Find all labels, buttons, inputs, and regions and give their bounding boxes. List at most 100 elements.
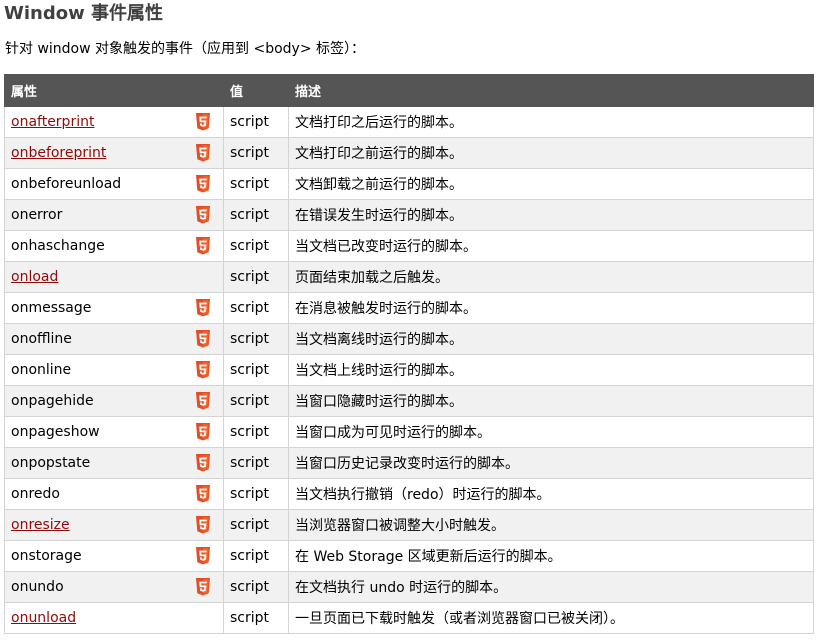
attribute-cell: onbeforeunload — [4, 168, 224, 200]
attribute-name: onoffline — [11, 331, 72, 347]
attribute-name: onstorage — [11, 548, 82, 564]
description-cell: 在 Web Storage 区域更新后运行的脚本。 — [288, 540, 814, 572]
table-row: onundo script 在文档执行 undo 时运行的脚本。 — [4, 571, 814, 603]
value-cell: script — [223, 571, 289, 603]
table-row: onpopstate script 当窗口历史记录改变时运行的脚本。 — [4, 447, 814, 479]
attribute-link[interactable]: onbeforeprint — [11, 145, 106, 161]
html5-badge-icon — [196, 392, 210, 410]
description-cell: 当文档执行撤销（redo）时运行的脚本。 — [288, 478, 814, 510]
attribute-cell: onstorage — [4, 540, 224, 572]
description-cell: 当窗口隐藏时运行的脚本。 — [288, 385, 814, 417]
html5-badge-icon — [196, 330, 210, 348]
attribute-cell: onload — [4, 261, 224, 293]
table-header-row: 属性 值 描述 — [4, 74, 814, 107]
description-cell: 当窗口历史记录改变时运行的脚本。 — [288, 447, 814, 479]
table-row: onload script 页面结束加载之后触发。 — [4, 261, 814, 293]
attribute-name: onpagehide — [11, 393, 94, 409]
description-cell: 当文档已改变时运行的脚本。 — [288, 230, 814, 262]
attribute-cell: onundo — [4, 571, 224, 603]
attribute-name: onmessage — [11, 300, 92, 316]
description-cell: 一旦页面已下载时触发（或者浏览器窗口已被关闭）。 — [288, 602, 814, 634]
value-cell: script — [223, 168, 289, 200]
attribute-name: onhaschange — [11, 238, 105, 254]
header-description: 描述 — [288, 74, 814, 107]
table-row: onunload script 一旦页面已下载时触发（或者浏览器窗口已被关闭）。 — [4, 602, 814, 634]
html5-badge-icon — [196, 299, 210, 317]
table-row: onpageshow script 当窗口成为可见时运行的脚本。 — [4, 416, 814, 448]
table-row: onoffline script 当文档离线时运行的脚本。 — [4, 323, 814, 355]
html5-badge-icon — [196, 578, 210, 596]
description-cell: 当文档上线时运行的脚本。 — [288, 354, 814, 386]
value-cell: script — [223, 509, 289, 541]
table-row: onmessage script 在消息被触发时运行的脚本。 — [4, 292, 814, 324]
attribute-link[interactable]: onunload — [11, 610, 76, 626]
intro-text: 针对 window 对象触发的事件（应用到 <body> 标签）： — [5, 41, 365, 57]
description-cell: 在消息被触发时运行的脚本。 — [288, 292, 814, 324]
attribute-cell: onunload — [4, 602, 224, 634]
page-content: Window 事件属性 针对 window 对象触发的事件（应用到 <body>… — [0, 0, 820, 634]
value-cell: script — [223, 199, 289, 231]
attribute-link[interactable]: onresize — [11, 517, 70, 533]
description-cell: 在错误发生时运行的脚本。 — [288, 199, 814, 231]
attribute-cell: onoffline — [4, 323, 224, 355]
attribute-cell: onafterprint — [4, 106, 224, 138]
header-value: 值 — [223, 74, 289, 107]
attribute-name: ononline — [11, 362, 72, 378]
description-cell: 当浏览器窗口被调整大小时触发。 — [288, 509, 814, 541]
attribute-cell: onresize — [4, 509, 224, 541]
window-events-table: 属性 值 描述 onafterprint script 文档打印之后运行的脚本。… — [4, 74, 814, 634]
html5-badge-icon — [196, 516, 210, 534]
attribute-cell: ononline — [4, 354, 224, 386]
description-cell: 当文档离线时运行的脚本。 — [288, 323, 814, 355]
attribute-name: onpageshow — [11, 424, 100, 440]
attribute-name: onerror — [11, 207, 63, 223]
attribute-link[interactable]: onafterprint — [11, 114, 94, 130]
attribute-cell: onpopstate — [4, 447, 224, 479]
html5-badge-icon — [196, 206, 210, 224]
attribute-cell: onpagehide — [4, 385, 224, 417]
attribute-cell: onhaschange — [4, 230, 224, 262]
table-row: onbeforeunload script 文档卸载之前运行的脚本。 — [4, 168, 814, 200]
value-cell: script — [223, 323, 289, 355]
attribute-cell: onmessage — [4, 292, 224, 324]
attribute-name: onbeforeunload — [11, 176, 122, 192]
description-cell: 当窗口成为可见时运行的脚本。 — [288, 416, 814, 448]
table-row: ononline script 当文档上线时运行的脚本。 — [4, 354, 814, 386]
value-cell: script — [223, 106, 289, 138]
value-cell: script — [223, 292, 289, 324]
attribute-link[interactable]: onload — [11, 269, 58, 285]
table-row: onafterprint script 文档打印之后运行的脚本。 — [4, 106, 814, 138]
table-row: onpagehide script 当窗口隐藏时运行的脚本。 — [4, 385, 814, 417]
page-title: Window 事件属性 — [4, 3, 163, 24]
header-attribute: 属性 — [4, 74, 224, 107]
attribute-cell: onredo — [4, 478, 224, 510]
value-cell: script — [223, 416, 289, 448]
value-cell: script — [223, 230, 289, 262]
table-row: onerror script 在错误发生时运行的脚本。 — [4, 199, 814, 231]
html5-badge-icon — [196, 144, 210, 162]
attribute-name: onpopstate — [11, 455, 91, 471]
value-cell: script — [223, 478, 289, 510]
attribute-cell: onpageshow — [4, 416, 224, 448]
html5-badge-icon — [196, 113, 210, 131]
attribute-name: onundo — [11, 579, 64, 595]
html5-badge-icon — [196, 454, 210, 472]
table-row: onbeforeprint script 文档打印之前运行的脚本。 — [4, 137, 814, 169]
html5-badge-icon — [196, 175, 210, 193]
value-cell: script — [223, 540, 289, 572]
description-cell: 文档卸载之前运行的脚本。 — [288, 168, 814, 200]
html5-badge-icon — [196, 485, 210, 503]
html5-badge-icon — [196, 423, 210, 441]
table-row: onresize script 当浏览器窗口被调整大小时触发。 — [4, 509, 814, 541]
description-cell: 文档打印之前运行的脚本。 — [288, 137, 814, 169]
value-cell: script — [223, 354, 289, 386]
description-cell: 文档打印之后运行的脚本。 — [288, 106, 814, 138]
description-cell: 页面结束加载之后触发。 — [288, 261, 814, 293]
attribute-cell: onerror — [4, 199, 224, 231]
html5-badge-icon — [196, 237, 210, 255]
description-cell: 在文档执行 undo 时运行的脚本。 — [288, 571, 814, 603]
value-cell: script — [223, 385, 289, 417]
table-row: onhaschange script 当文档已改变时运行的脚本。 — [4, 230, 814, 262]
value-cell: script — [223, 261, 289, 293]
table-row: onstorage script 在 Web Storage 区域更新后运行的脚… — [4, 540, 814, 572]
